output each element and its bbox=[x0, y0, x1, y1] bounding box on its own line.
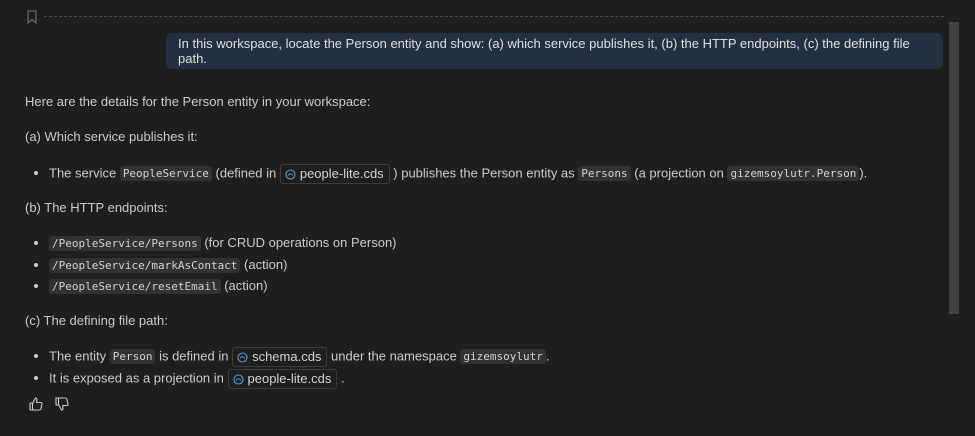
thumbs-down-icon[interactable] bbox=[54, 396, 70, 412]
thumbs-up-icon[interactable] bbox=[28, 396, 44, 412]
user-message-text: In this workspace, locate the Person ent… bbox=[178, 36, 910, 66]
list-item: /PeopleService/resetEmail (action) bbox=[34, 277, 268, 296]
bullet-dot bbox=[34, 376, 38, 380]
list-item: The service PeopleService (defined in pe… bbox=[34, 164, 867, 184]
bullet-dot bbox=[34, 263, 38, 267]
file-link-people-lite[interactable]: people-lite.cds bbox=[227, 369, 338, 389]
inline-code: Persons bbox=[578, 166, 631, 182]
section-a-heading: (a) Which service publishes it: bbox=[25, 129, 198, 144]
cds-file-icon bbox=[237, 351, 248, 363]
scrollbar-thumb[interactable] bbox=[949, 22, 959, 314]
chat-panel: In this workspace, locate the Person ent… bbox=[0, 0, 975, 436]
list-item: /PeopleService/markAsContact (action) bbox=[34, 256, 287, 275]
section-c-heading: (c) The defining file path: bbox=[25, 313, 168, 328]
cds-file-icon bbox=[232, 373, 244, 385]
file-name: schema.cds bbox=[252, 349, 322, 364]
file-link-people-lite[interactable]: people-lite.cds bbox=[279, 164, 390, 184]
inline-code: gizemsoylutr.Person bbox=[727, 166, 860, 182]
endpoint-code: /PeopleService/Persons bbox=[49, 236, 201, 251]
list-item: /PeopleService/Persons (for CRUD operati… bbox=[34, 234, 397, 253]
response-intro: Here are the details for the Person enti… bbox=[25, 94, 371, 109]
cds-file-icon bbox=[285, 168, 296, 180]
section-b-heading: (b) The HTTP endpoints: bbox=[25, 200, 168, 215]
list-item: The entity Person is defined in schema.c… bbox=[34, 347, 550, 367]
bullet-dot bbox=[34, 284, 38, 288]
list-item: It is exposed as a projection in people-… bbox=[34, 369, 345, 389]
bullet-dot bbox=[34, 241, 38, 245]
user-message: In this workspace, locate the Person ent… bbox=[166, 33, 943, 69]
file-name: people-lite.cds bbox=[247, 371, 332, 386]
endpoint-code: /PeopleService/resetEmail bbox=[49, 279, 221, 294]
inline-code: gizemsoylutr bbox=[460, 349, 546, 365]
message-divider bbox=[44, 16, 944, 17]
inline-code: Person bbox=[109, 349, 156, 365]
feedback-bar bbox=[28, 396, 70, 412]
file-link-schema[interactable]: schema.cds bbox=[232, 347, 328, 367]
endpoint-code: /PeopleService/markAsContact bbox=[49, 258, 241, 273]
bullet-dot bbox=[34, 354, 38, 358]
bookmark-icon[interactable] bbox=[27, 10, 37, 24]
file-name: people-lite.cds bbox=[299, 166, 384, 181]
inline-code: PeopleService bbox=[119, 166, 212, 182]
bullet-dot bbox=[34, 171, 38, 175]
